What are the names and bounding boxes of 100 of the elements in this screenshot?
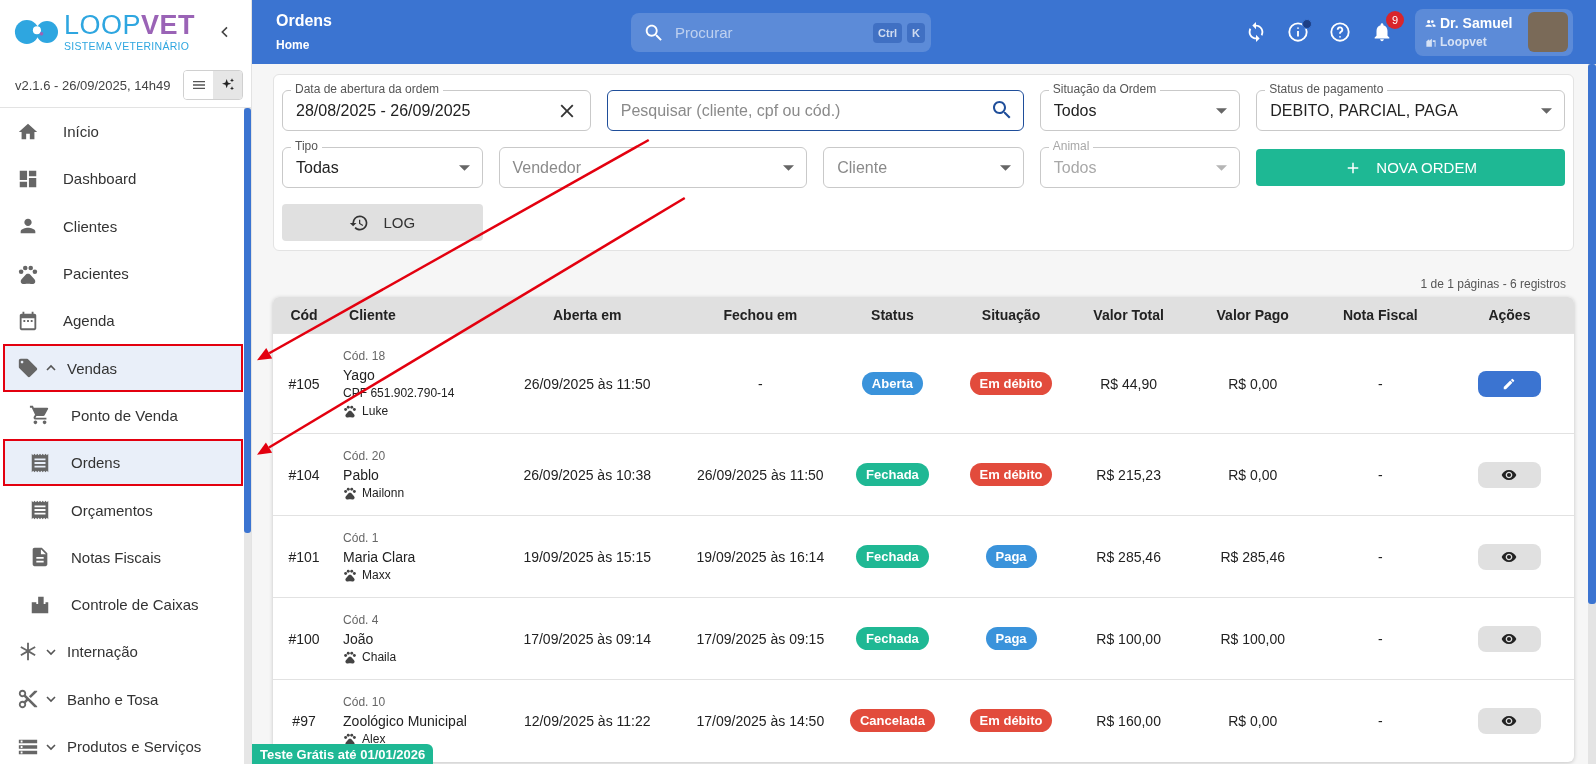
column-header: Situação bbox=[954, 297, 1068, 334]
pet-name: Mailonn bbox=[362, 485, 405, 500]
sidebar-item[interactable]: Clientes bbox=[3, 202, 243, 250]
paid-value: R$ 0,00 bbox=[1189, 433, 1316, 516]
invoice-value: - bbox=[1315, 679, 1445, 762]
invoice-value: - bbox=[1315, 597, 1445, 680]
view-button[interactable] bbox=[1477, 461, 1541, 488]
people-icon bbox=[1425, 17, 1436, 29]
asterisk-icon bbox=[17, 640, 39, 663]
logo-wordmark: LOOPVET bbox=[64, 11, 196, 39]
opened-date: 26/09/2025 às 10:38 bbox=[484, 433, 691, 516]
closed-date: 19/09/2025 às 16:14 bbox=[690, 515, 831, 598]
field-label: Animal bbox=[1048, 140, 1094, 153]
order-code: #101 bbox=[273, 515, 336, 598]
paw-icon bbox=[343, 649, 358, 664]
info-icon bbox=[1287, 21, 1309, 43]
status-badge: Aberta bbox=[861, 372, 924, 395]
sidebar-group-item[interactable]: Banho e Tosa bbox=[3, 675, 243, 723]
sidebar-subitem[interactable]: Ponto de Venda bbox=[3, 391, 243, 440]
view-button[interactable] bbox=[1477, 543, 1541, 570]
opened-date: 19/09/2025 às 15:15 bbox=[484, 515, 691, 598]
sidebar-subitem[interactable]: Orçamentos bbox=[3, 486, 243, 534]
pencil-icon bbox=[1502, 376, 1517, 391]
logo-tagline: SISTEMA VETERINÁRIO bbox=[64, 40, 191, 52]
order-code: #105 bbox=[273, 333, 336, 434]
log-button[interactable]: LOG bbox=[282, 204, 483, 241]
column-header: Status bbox=[830, 297, 955, 334]
caret-down-icon bbox=[1216, 164, 1228, 171]
sidebar-subitem[interactable]: Controle de Caixas bbox=[3, 580, 243, 629]
organization-name: Loopvet bbox=[1425, 35, 1522, 49]
column-header: Aberta em bbox=[484, 297, 691, 334]
invoice-value: - bbox=[1315, 333, 1445, 434]
sidebar-subitem[interactable]: Ordens bbox=[3, 439, 243, 487]
client-code: Cód. 18 bbox=[343, 348, 387, 363]
view-button[interactable] bbox=[1477, 625, 1541, 652]
client-code: Cód. 10 bbox=[343, 694, 387, 709]
paw-icon bbox=[343, 403, 358, 418]
sidebar-group-item[interactable]: Internação bbox=[3, 628, 243, 676]
sidebar-group-item[interactable]: Vendas bbox=[3, 344, 243, 392]
sidebar-item[interactable]: Dashboard bbox=[3, 155, 243, 203]
paid-value: R$ 100,00 bbox=[1189, 597, 1316, 680]
situation-badge: Em débito bbox=[969, 709, 1053, 733]
field-label: Situação da Ordem bbox=[1048, 83, 1161, 96]
breadcrumb-link[interactable]: Home bbox=[276, 38, 631, 52]
view-button[interactable] bbox=[1477, 707, 1541, 734]
scrollbar[interactable] bbox=[1588, 64, 1596, 764]
sidebar-item[interactable]: Pacientes bbox=[3, 249, 243, 298]
opened-date: 17/09/2025 às 09:14 bbox=[484, 597, 691, 680]
help-button[interactable] bbox=[1329, 21, 1351, 43]
client-name: Pablo bbox=[343, 466, 380, 483]
tag-icon bbox=[17, 357, 39, 380]
total-value: R$ 285,46 bbox=[1067, 515, 1190, 598]
notification-count: 9 bbox=[1386, 11, 1404, 29]
receipt-icon bbox=[29, 451, 51, 474]
sidebar-item[interactable]: Início bbox=[3, 108, 243, 156]
caret-down-icon bbox=[1216, 107, 1228, 114]
client-name: Zoológico Municipal bbox=[343, 712, 468, 729]
page-title: Ordens bbox=[276, 12, 333, 30]
info-button[interactable] bbox=[1287, 21, 1309, 43]
closed-date: 26/09/2025 às 11:50 bbox=[690, 433, 831, 516]
pet-name: Alex bbox=[362, 731, 386, 746]
paid-value: R$ 0,00 bbox=[1189, 679, 1316, 762]
client-code: Cód. 20 bbox=[343, 448, 387, 463]
caret-down-icon bbox=[458, 164, 470, 171]
trial-badge: Teste Grátis até 01/01/2026 bbox=[252, 744, 434, 764]
sidebar-item[interactable]: Agenda bbox=[3, 297, 243, 345]
invoice-value: - bbox=[1315, 515, 1445, 598]
search-field[interactable]: Pesquisar (cliente, cpf ou cód.) bbox=[606, 90, 1024, 131]
scrollbar[interactable] bbox=[244, 108, 251, 764]
situation-badge: Em débito bbox=[969, 463, 1053, 486]
column-header: Valor Pago bbox=[1189, 297, 1316, 334]
total-value: R$ 100,00 bbox=[1067, 597, 1190, 680]
sidebar-subitem[interactable]: Notas Fiscais bbox=[3, 533, 243, 581]
column-header: Valor Total bbox=[1067, 297, 1190, 334]
client-name: João bbox=[343, 630, 375, 647]
sparkle-view-button[interactable] bbox=[213, 71, 242, 99]
sidebar-group-item[interactable]: Produtos e Serviços bbox=[3, 722, 243, 764]
paw-icon bbox=[343, 567, 358, 582]
caret-down-icon bbox=[999, 164, 1011, 171]
status-badge: Fechada bbox=[856, 545, 929, 568]
total-value: R$ 44,90 bbox=[1067, 333, 1190, 434]
pet-name: Luke bbox=[362, 403, 389, 418]
cart-icon bbox=[29, 404, 51, 427]
opened-date: 26/09/2025 às 11:50 bbox=[484, 333, 691, 434]
pet-name: Maxx bbox=[362, 567, 391, 582]
pagination-info: 1 de 1 páginas - 6 registros bbox=[1420, 277, 1566, 291]
situation-badge: Paga bbox=[985, 545, 1037, 568]
paid-value: R$ 0,00 bbox=[1189, 333, 1316, 434]
status-badge: Fechada bbox=[856, 463, 929, 486]
total-value: R$ 215,23 bbox=[1067, 433, 1190, 516]
order-code: #104 bbox=[273, 433, 336, 516]
closed-date: 17/09/2025 às 09:15 bbox=[690, 597, 831, 680]
field-label: Tipo bbox=[291, 140, 322, 153]
situation-badge: Em débito bbox=[969, 372, 1053, 395]
client-name: Maria Clara bbox=[343, 548, 417, 565]
paw-icon bbox=[343, 485, 358, 500]
closed-date: 17/09/2025 às 14:50 bbox=[690, 679, 831, 762]
edit-button[interactable] bbox=[1477, 370, 1541, 397]
column-header: Nota Fiscal bbox=[1315, 297, 1445, 334]
select-field[interactable]: Vendedor bbox=[498, 147, 808, 188]
